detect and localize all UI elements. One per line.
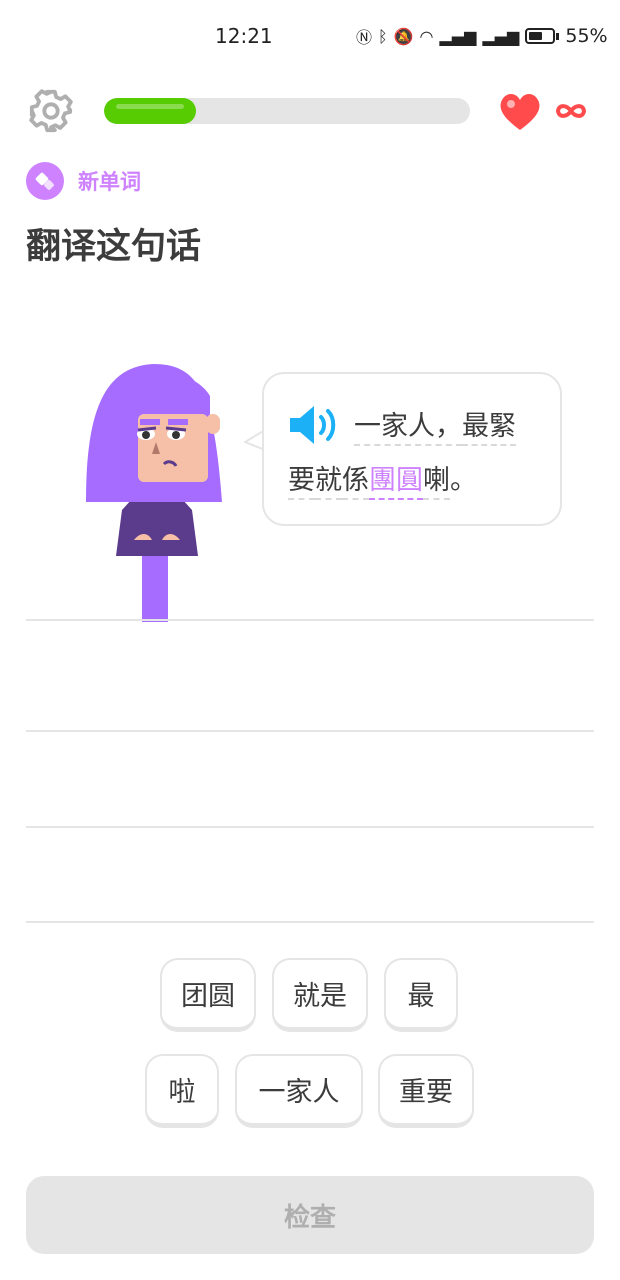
answer-line (26, 619, 594, 621)
word-chip[interactable]: 团圆 (160, 958, 256, 1032)
prompt-line-1: 一家人，最緊 (354, 404, 516, 446)
word-chip[interactable]: 最 (384, 958, 458, 1032)
word-chip[interactable]: 重要 (378, 1054, 474, 1128)
status-icons: Ⓝ ᛒ 🔕 ◠ ▂▄▆ ▂▄▆ 55% (356, 24, 608, 48)
clock: 12:21 (215, 24, 273, 48)
status-bar: 12:21 Ⓝ ᛒ 🔕 ◠ ▂▄▆ ▂▄▆ 55% (0, 0, 620, 72)
signal-5g-icon: ▂▄▆ (482, 26, 520, 46)
heart-icon[interactable] (496, 90, 544, 132)
settings-gear-icon[interactable] (28, 88, 74, 134)
prompt-word[interactable]: 要 (288, 465, 315, 500)
prompt-word[interactable]: 就 (315, 465, 342, 500)
answer-line[interactable] (26, 921, 594, 923)
infinity-icon (555, 104, 587, 118)
answer-line[interactable] (26, 730, 594, 732)
mute-icon: 🔕 (393, 26, 414, 46)
wifi-icon: ◠ (419, 26, 434, 46)
nfc-icon: Ⓝ (356, 28, 373, 47)
progress-fill (104, 98, 196, 124)
word-chip[interactable]: 一家人 (235, 1054, 363, 1128)
bluetooth-icon: ᛒ (378, 26, 388, 46)
check-button[interactable]: 检查 (26, 1176, 594, 1254)
battery-percent: 55% (565, 25, 608, 47)
exercise-title: 翻译这句话 (26, 227, 202, 267)
signal-4g-icon: ▂▄▆ (439, 26, 477, 46)
prompt-word[interactable]: 係 (342, 465, 369, 500)
lesson-header (0, 82, 620, 138)
prompt-new-word[interactable]: 團圓 (369, 465, 423, 500)
answer-line[interactable] (26, 826, 594, 828)
word-chip[interactable]: 啦 (145, 1054, 219, 1128)
character-illustration (86, 364, 222, 622)
prompt-punctuation: 。 (450, 465, 477, 496)
new-word-badge-icon (26, 162, 64, 200)
speaker-audio-icon[interactable] (288, 404, 340, 446)
prompt-word[interactable]: 喇 (423, 465, 450, 500)
speech-bubble: 一家人，最緊 要就係團圓喇。 (262, 372, 562, 526)
battery-icon (525, 28, 556, 44)
new-word-tag: 新单词 (26, 162, 141, 200)
new-word-label: 新单词 (78, 170, 141, 194)
prompt-word[interactable]: 一家人， (354, 411, 462, 446)
word-chip[interactable]: 就是 (272, 958, 368, 1032)
prompt-line-2: 要就係團圓喇。 (288, 458, 477, 500)
lesson-progress-bar (104, 98, 470, 124)
prompt-word[interactable]: 最緊 (462, 411, 516, 446)
